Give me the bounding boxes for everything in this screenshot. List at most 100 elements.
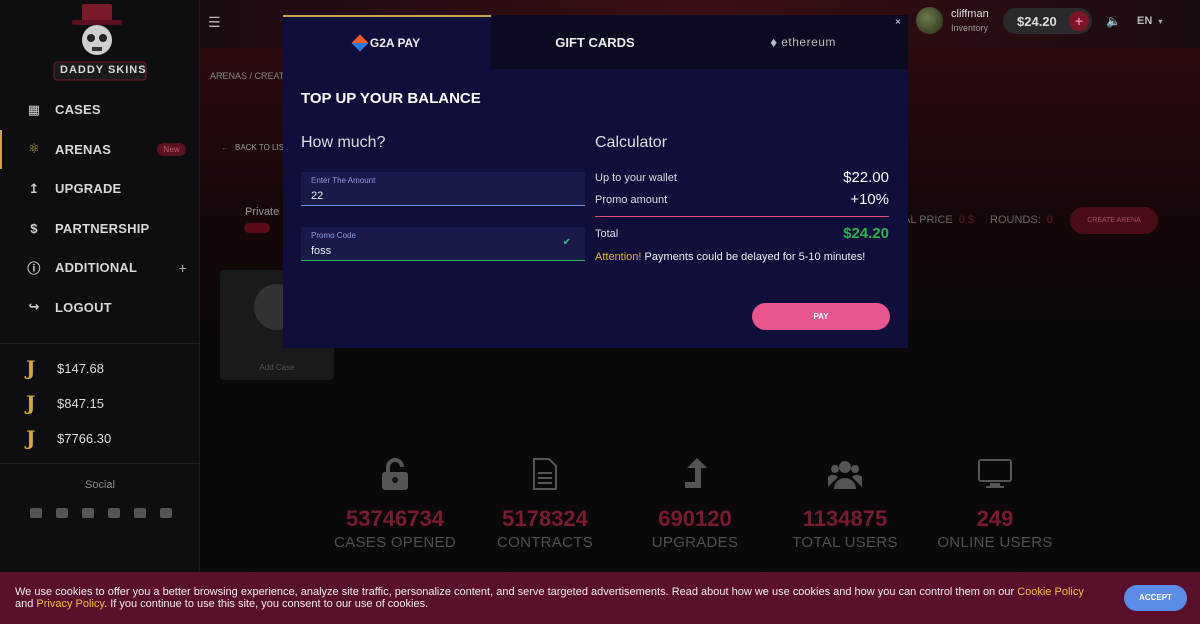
language-value: EN — [1137, 15, 1153, 27]
inventory-link[interactable]: Inventory — [951, 23, 989, 33]
document-icon — [470, 456, 620, 492]
sidebar-item-logout[interactable]: ↪ LOGOUT — [0, 288, 200, 328]
total-price-value: 0 $ — [958, 214, 975, 226]
promo-amount-row: Promo amount +10% — [595, 191, 889, 208]
back-to-list-link[interactable]: ← BACK TO LIST — [221, 143, 289, 152]
stat-value: 249 — [976, 506, 1014, 531]
stat-value: 1134875 — [802, 506, 888, 531]
stat-value: 53746734 — [346, 506, 444, 531]
divider — [0, 343, 200, 344]
total-price-label: AL PRICE — [903, 214, 953, 226]
sidebar-item-label: PARTNERSHIP — [55, 220, 150, 236]
avatar[interactable] — [916, 7, 943, 34]
stat-total-users: 1134875 TOTAL USERS — [770, 456, 920, 551]
private-toggle[interactable] — [244, 223, 270, 233]
upgrade-arrow-icon: ↥ — [28, 180, 40, 196]
sidebar-item-cases[interactable]: ▦ CASES — [0, 90, 200, 130]
g2a-logo-icon — [351, 34, 369, 52]
privacy-policy-link[interactable]: Privacy Policy — [36, 598, 104, 610]
total-value: $24.20 — [843, 225, 889, 242]
steam-icon[interactable] — [82, 508, 94, 518]
twitter-icon[interactable] — [56, 508, 68, 518]
balance-value: $24.20 — [1017, 13, 1057, 29]
stat-label: TOTAL USERS — [792, 534, 898, 551]
cookie-text-after: . If you continue to use this site, you … — [104, 598, 429, 610]
promo-input[interactable] — [311, 245, 551, 257]
tab-ethereum[interactable]: ♦ ethereum — [699, 15, 907, 69]
sidebar-stat-value: $847.15 — [57, 395, 104, 411]
divider — [0, 463, 200, 464]
sidebar-item-partnership[interactable]: $ PARTNERSHIP — [0, 209, 200, 249]
pay-button[interactable]: PAY — [752, 303, 890, 330]
wallet-row: Up to your wallet $22.00 — [595, 169, 889, 186]
user-menu[interactable]: cliffman Inventory — [916, 7, 989, 34]
instagram-icon[interactable] — [134, 508, 146, 518]
new-badge: New — [157, 142, 186, 156]
check-icon: ✔ — [562, 237, 571, 248]
expand-plus-icon[interactable]: + — [179, 260, 187, 276]
add-balance-button[interactable]: + — [1069, 11, 1089, 31]
language-select[interactable]: EN ▾ — [1137, 15, 1162, 27]
tab-g2a-pay[interactable]: G2A PAY — [283, 15, 491, 69]
sidebar-item-label: LOGOUT — [55, 299, 112, 315]
weibo-icon[interactable] — [160, 508, 172, 518]
wallet-value: $22.00 — [843, 169, 889, 186]
stat-contracts: 5178324 CONTRACTS — [470, 456, 620, 551]
sidebar-stat: J $147.68 — [26, 356, 104, 380]
youtube-icon[interactable] — [108, 508, 120, 518]
hamburger-menu-icon[interactable]: ☰ — [208, 14, 221, 31]
brand-name: DADDY SKINS — [60, 64, 147, 76]
stat-label: UPGRADES — [651, 534, 739, 551]
promo-field[interactable]: Promo Code ✔ — [301, 227, 585, 261]
balance-display: $24.20 + — [1003, 8, 1092, 34]
cookie-text-and: and — [15, 598, 37, 610]
top-up-modal: G2A PAY GIFT CARDS ♦ ethereum TOP UP YOU… — [283, 15, 908, 348]
sidebar: DADDY SKINS ▦ CASES ⚛ ARENAS New ↥ UPGRA… — [0, 0, 200, 624]
sidebar-item-label: UPGRADE — [55, 181, 122, 197]
sidebar-nav: ▦ CASES ⚛ ARENAS New ↥ UPGRADE $ PARTNER… — [0, 90, 200, 327]
create-arena-button[interactable]: CREATE ARENA — [1070, 207, 1158, 234]
stat-label: CONTRACTS — [496, 534, 594, 551]
sidebar-item-label: CASES — [55, 102, 101, 118]
breadcrumb[interactable]: ARENAS / CREATE — [210, 71, 290, 81]
add-case-label: Add Case — [259, 363, 295, 372]
amount-label: Enter The Amount — [311, 176, 376, 185]
close-icon[interactable]: × — [895, 17, 901, 28]
chevron-down-icon: ▾ — [1158, 17, 1163, 26]
ethereum-icon: ♦ — [770, 34, 778, 50]
stat-value: 5178324 — [502, 506, 588, 531]
total-label: Total — [595, 227, 619, 240]
amount-field[interactable]: Enter The Amount — [301, 172, 585, 206]
payment-tabs: G2A PAY GIFT CARDS ♦ ethereum — [283, 15, 908, 69]
cookie-text-before: We use cookies to offer you a better bro… — [15, 586, 1018, 598]
sidebar-item-additional[interactable]: ⓘ ADDITIONAL + — [0, 248, 200, 288]
stat-upgrades: 690120 UPGRADES — [620, 456, 770, 551]
logout-icon: ↪ — [28, 299, 40, 315]
social-title: Social — [85, 479, 115, 491]
tab-gift-cards[interactable]: GIFT CARDS — [491, 15, 699, 69]
rounds-value: 0 — [1046, 214, 1053, 226]
upgrade-arrow-icon — [620, 456, 770, 492]
promo-label: Promo Code — [311, 231, 356, 240]
promo-amount-value: +10% — [850, 191, 889, 208]
sidebar-item-label: ADDITIONAL — [55, 260, 138, 276]
cookie-policy-link[interactable]: Cookie Policy — [1017, 586, 1084, 598]
users-icon — [770, 456, 920, 492]
attention-text: Payments could be delayed for 5-10 minut… — [641, 251, 866, 263]
daddy-skins-logo[interactable]: DADDY SKINS — [52, 4, 148, 82]
wallet-label: Up to your wallet — [595, 171, 677, 184]
amount-input[interactable] — [311, 190, 551, 202]
social-links — [30, 508, 172, 518]
accept-cookies-button[interactable]: ACCEPT — [1124, 585, 1187, 611]
sidebar-stat-value: $147.68 — [57, 360, 104, 376]
tab-label: G2A PAY — [369, 36, 421, 50]
attention-word: Attention! — [595, 251, 642, 263]
dollar-icon: $ — [30, 220, 38, 236]
attention-note: Attention! Payments could be delayed for… — [595, 251, 865, 263]
total-row: Total $24.20 — [595, 225, 889, 242]
rounds-label: ROUNDS: — [990, 214, 1041, 226]
sidebar-item-upgrade[interactable]: ↥ UPGRADE — [0, 169, 200, 209]
sidebar-item-arenas[interactable]: ⚛ ARENAS New — [0, 129, 200, 169]
volume-icon[interactable]: 🔈 — [1106, 14, 1121, 28]
facebook-icon[interactable] — [30, 508, 42, 518]
